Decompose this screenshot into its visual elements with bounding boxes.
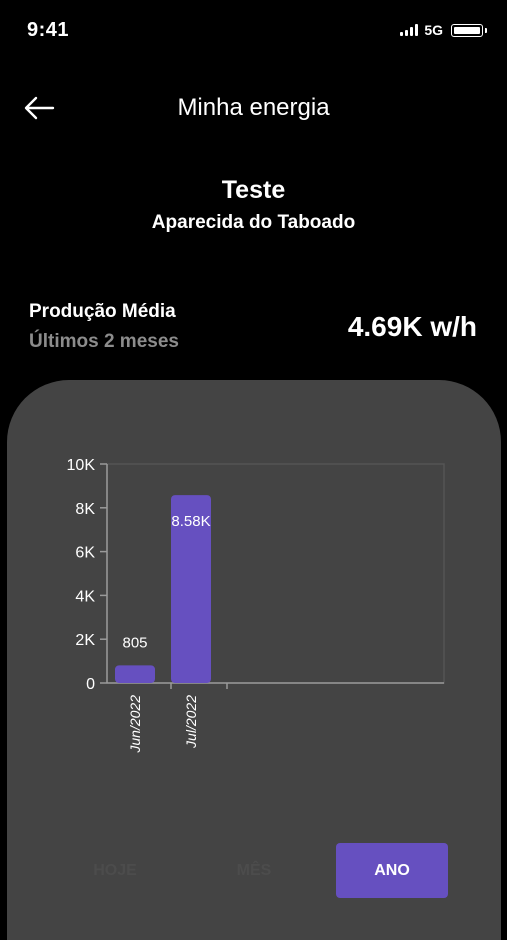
production-value: 4.69K w/h <box>347 311 477 342</box>
plot-frame <box>106 463 445 684</box>
site-city: Aparecida do Taboado <box>151 212 356 233</box>
x-tick-label: Jul/2022 <box>183 695 199 749</box>
tab-label: HOJE <box>93 861 137 879</box>
y-tick-label: 8K <box>75 501 95 518</box>
tab-label: ANO <box>374 861 410 879</box>
y-tick-label: 2K <box>75 632 95 649</box>
page-title: Minha energia <box>177 94 330 121</box>
y-tick-label: 4K <box>75 588 95 605</box>
site-name: Teste <box>221 176 286 204</box>
status-time: 9:41 <box>27 19 70 41</box>
chart-bar <box>115 665 155 683</box>
app-header: Minha energia <box>0 80 507 136</box>
production-period: Últimos 2 meses <box>29 331 179 352</box>
y-tick-label: 0 <box>86 676 95 693</box>
y-tick-label: 6K <box>75 545 95 562</box>
battery-icon <box>451 23 487 37</box>
y-tick-label: 10K <box>67 457 96 474</box>
production-label: Produção Média <box>29 301 176 322</box>
period-tab-bar: HOJE MÊS ANO <box>0 843 507 900</box>
bar-data-label: 805 <box>122 634 147 651</box>
tab-label: MÊS <box>236 861 272 879</box>
production-chart: 0 2K 4K 6K 8K 10K 805 Jun/2022 8.58K Jul/2022 <box>67 457 445 754</box>
bar-data-label: 8.58K <box>171 513 210 530</box>
status-bar: 9:41 5G <box>0 0 507 64</box>
network-type: 5G <box>424 22 443 38</box>
x-tick-label: Jun/2022 <box>127 695 143 754</box>
tab-hoje[interactable]: HOJE <box>59 843 171 898</box>
status-indicators: 5G <box>400 22 487 38</box>
tab-mes[interactable]: MÊS <box>198 843 310 898</box>
signal-icon <box>400 24 419 36</box>
tab-ano[interactable]: ANO <box>336 843 448 898</box>
